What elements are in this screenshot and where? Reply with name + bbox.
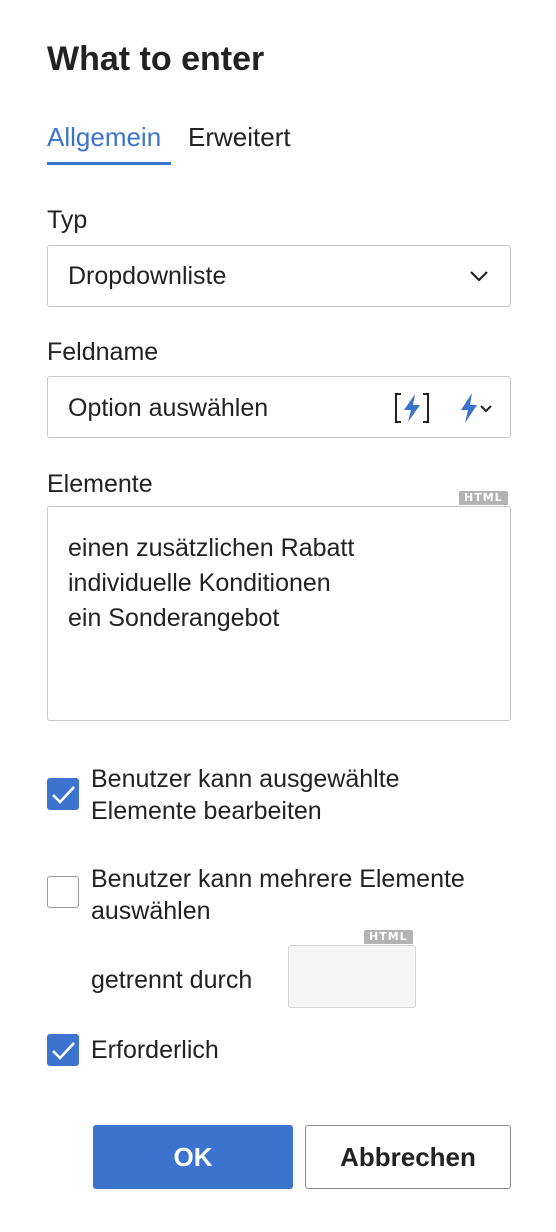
checkmark-icon [52, 786, 75, 804]
elements-line: ein Sonderangebot [68, 604, 280, 632]
required-label[interactable]: Erforderlich [91, 1034, 219, 1066]
fieldname-input-value: Option auswählen [68, 394, 269, 422]
separator-input[interactable] [288, 945, 416, 1008]
edit-selected-label-line2: Elemente bearbeiten [91, 797, 322, 825]
chevron-down-icon [470, 271, 488, 282]
required-checkbox[interactable] [47, 1034, 79, 1066]
cancel-button[interactable]: Abbrechen [305, 1125, 511, 1189]
type-label: Typ [47, 206, 88, 234]
tab-bar: Allgemein Erweitert [47, 122, 507, 166]
elements-label: Elemente [47, 470, 153, 498]
fieldname-label: Feldname [47, 338, 159, 366]
lightning-dropdown-icon[interactable] [458, 391, 498, 425]
multi-select-label-line1: Benutzer kann mehrere Elemente [91, 865, 465, 893]
ok-button[interactable]: OK [93, 1125, 293, 1189]
tab-erweitert[interactable]: Erweitert [188, 122, 291, 153]
active-tab-indicator [47, 162, 171, 165]
separator-label: getrennt durch [91, 966, 253, 994]
type-select-value: Dropdownliste [68, 262, 227, 290]
checkmark-icon [52, 1042, 75, 1060]
elements-html-badge: HTML [459, 491, 508, 505]
type-select[interactable]: Dropdownliste [47, 245, 511, 307]
multi-select-checkbox[interactable] [47, 876, 79, 908]
elements-list: einen zusätzlichen Rabatt individuelle K… [68, 531, 354, 636]
elements-line: einen zusätzlichen Rabatt [68, 534, 355, 562]
multi-select-label-line2: auswählen [91, 897, 211, 925]
edit-selected-label-line1: Benutzer kann ausgewählte [91, 765, 400, 793]
elements-line: individuelle Konditionen [68, 569, 331, 597]
elements-textarea[interactable]: einen zusätzlichen Rabatt individuelle K… [47, 506, 511, 721]
separator-html-badge: HTML [364, 930, 413, 944]
fieldname-input[interactable]: Option auswählen [47, 376, 511, 438]
tab-allgemein[interactable]: Allgemein [47, 122, 161, 153]
multi-select-label[interactable]: Benutzer kann mehrere Elemente auswählen [91, 863, 465, 927]
edit-selected-checkbox[interactable] [47, 778, 79, 810]
dialog-title: What to enter [47, 40, 265, 78]
insert-field-icon[interactable] [393, 391, 431, 425]
edit-selected-label[interactable]: Benutzer kann ausgewählte Elemente bearb… [91, 763, 400, 827]
